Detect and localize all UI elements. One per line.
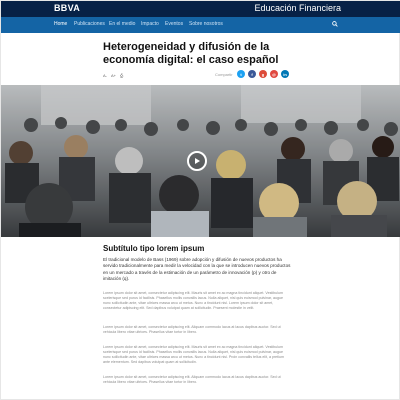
nav-item-en-el-medio[interactable]: En el medio <box>109 21 135 27</box>
article-title-line-2: economía digital: el caso español <box>103 54 279 66</box>
nav-item-impacto[interactable]: Impacto <box>141 21 159 27</box>
nav-item-eventos[interactable]: Eventos <box>165 21 183 27</box>
search-icon[interactable] <box>332 21 338 27</box>
bbva-logo[interactable]: BBVA <box>54 3 80 13</box>
page: BBVA Educación Financiera Home Publicaci… <box>0 0 400 400</box>
email-icon[interactable]: @ <box>270 70 278 78</box>
text-tools: A- A+ ⎙ <box>103 71 123 79</box>
googleplus-icon[interactable]: g <box>259 70 267 78</box>
print-icon[interactable]: ⎙ <box>120 73 123 78</box>
section-title[interactable]: Educación Financiera <box>254 3 341 13</box>
article-lead: El tradicional modelo de Bass (1969) sob… <box>103 257 291 281</box>
article-paragraph-3: Lorem ipsum dolor sit amet, consectetur … <box>103 345 284 365</box>
font-increase-icon[interactable]: A+ <box>111 73 116 78</box>
share-label: Compartir <box>215 72 233 77</box>
nav-item-home[interactable]: Home <box>54 21 67 27</box>
article-paragraph-4: Lorem ipsum dolor sit amet, consectetur … <box>103 375 281 385</box>
linkedin-icon[interactable]: in <box>281 70 289 78</box>
nav-item-publicaciones[interactable]: Publicaciones <box>74 21 105 27</box>
main-nav: Home Publicaciones En el medio Impacto E… <box>1 17 400 33</box>
play-icon <box>195 158 200 164</box>
article-paragraph-2: Lorem ipsum dolor sit amet, consectetur … <box>103 325 281 335</box>
top-bar: BBVA Educación Financiera <box>1 1 400 17</box>
article-paragraph-1: Lorem ipsum dolor sit amet, consectetur … <box>103 291 283 311</box>
facebook-icon[interactable]: f <box>248 70 256 78</box>
nav-item-sobre-nosotros[interactable]: Sobre nosotros <box>189 21 223 27</box>
article-title-line-1: Heterogeneidad y difusión de la <box>103 41 270 53</box>
article-title: Heterogeneidad y difusión de la economía… <box>103 41 303 67</box>
article-subtitle: Subtítulo tipo lorem ipsum <box>103 244 205 253</box>
twitter-icon[interactable]: t <box>237 70 245 78</box>
hero-video[interactable] <box>1 85 400 237</box>
play-button[interactable] <box>187 151 207 171</box>
font-decrease-icon[interactable]: A- <box>103 73 107 78</box>
share-buttons: t f g @ in <box>237 70 289 78</box>
